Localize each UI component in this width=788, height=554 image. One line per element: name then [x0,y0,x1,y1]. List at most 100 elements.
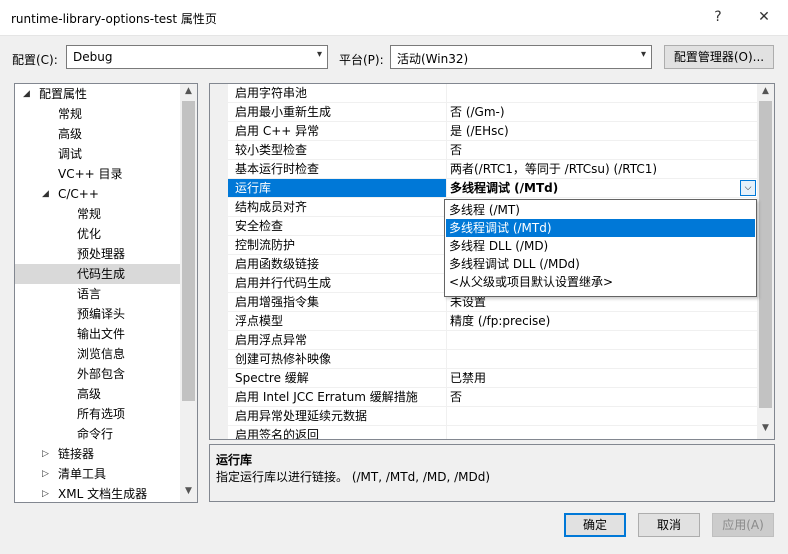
tree-item[interactable]: 所有选项 [15,404,182,424]
property-value[interactable]: 精度 (/fp:precise) [447,312,758,331]
property-row[interactable]: 启用 C++ 异常是 (/EHsc) [228,122,758,141]
property-row[interactable]: 启用 Intel JCC Erratum 缓解措施否 [228,388,758,407]
property-value[interactable] [447,426,758,439]
tree-item[interactable]: 高级 [15,384,182,404]
tree-item[interactable]: 常规 [15,204,182,224]
property-row[interactable]: 运行库 多线程调试 (/MTd) ⌵ [228,179,758,198]
property-name: 启用字符串池 [228,84,447,103]
expand-icon[interactable]: ▷ [42,444,49,464]
expand-icon[interactable]: ▷ [42,484,49,502]
property-value[interactable]: 否 (/Gm-) [447,103,758,122]
platform-combo[interactable]: 活动(Win32) ▾ [390,45,652,69]
tree-item[interactable]: 优化 [15,224,182,244]
property-value[interactable] [447,350,758,369]
tree-item[interactable]: 命令行 [15,424,182,444]
property-value[interactable] [447,407,758,426]
property-row[interactable]: 启用字符串池 [228,84,758,103]
property-name: 安全检查 [228,217,447,236]
property-value-text: 精度 (/fp:precise) [450,314,551,328]
property-row[interactable]: 启用签名的返回 [228,426,758,439]
tree-item-label: 优化 [77,227,102,241]
scroll-down-icon[interactable]: ▼ [183,486,194,500]
tree-item[interactable]: 外部包含 [15,364,182,384]
grid-scroll-thumb[interactable] [759,101,772,408]
property-row[interactable]: 基本运行时检查 两者(/RTC1，等同于 /RTCsu) (/RTC1) [228,160,758,179]
tree-item[interactable]: 高级 [15,124,182,144]
config-value: Debug [73,50,113,64]
tree-item[interactable]: 调试 [15,144,182,164]
property-row[interactable]: 启用浮点异常 [228,331,758,350]
property-value-text: 否 [450,143,463,157]
dropdown-option[interactable]: 多线程调试 DLL (/MDd) [446,255,755,273]
cancel-button[interactable]: 取消 [638,513,700,537]
tree-item[interactable]: 浏览信息 [15,344,182,364]
scroll-up-icon[interactable]: ▲ [760,86,771,100]
property-row[interactable]: 启用最小重新生成否 (/Gm-) [228,103,758,122]
dropdown-option[interactable]: 多线程调试 (/MTd) [446,219,755,237]
tree-scroll-thumb[interactable] [182,101,195,401]
tree-item-label: 调试 [58,147,83,161]
tree-item[interactable]: 输出文件 [15,324,182,344]
property-row[interactable]: Spectre 缓解 已禁用 [228,369,758,388]
collapse-icon[interactable]: ◢ [23,84,30,104]
tree-item-label: 浏览信息 [77,347,126,361]
property-value-text: 已禁用 [450,371,487,385]
tree-item[interactable]: ▷ XML 文档生成器 [15,484,182,502]
tree-item[interactable]: VC++ 目录 [15,164,182,184]
dropdown-option[interactable]: <从父级或项目默认设置继承> [446,273,755,291]
scroll-down-icon[interactable]: ▼ [760,423,771,437]
property-value[interactable]: 多线程调试 (/MTd) [447,179,758,198]
dropdown-option[interactable]: 多线程 DLL (/MD) [446,237,755,255]
property-row[interactable]: 浮点模型 精度 (/fp:precise) [228,312,758,331]
tree-item-label: 代码生成 [77,267,126,281]
tree-item[interactable]: ◢ 配置属性 [15,84,182,104]
tree-item-label: XML 文档生成器 [58,487,148,501]
tree-item[interactable]: 预处理器 [15,244,182,264]
property-value[interactable]: 否 [447,388,758,407]
property-row[interactable]: 创建可热修补映像 [228,350,758,369]
property-name: 基本运行时检查 [228,160,447,179]
tree-item[interactable]: ◢ C/C++ [15,184,182,204]
expand-icon[interactable]: ▷ [42,464,49,484]
property-name: 浮点模型 [228,312,447,331]
apply-button[interactable]: 应用(A) [712,513,774,537]
title-bar: runtime-library-options-test 属性页 ? ✕ [0,0,788,36]
property-name: 创建可热修补映像 [228,350,447,369]
property-value[interactable]: 已禁用 [447,369,758,388]
dropdown-option[interactable]: 多线程 (/MT) [446,201,755,219]
property-row[interactable]: 启用异常处理延续元数据 [228,407,758,426]
grid-scrollbar[interactable]: ▲ ▼ [757,84,774,439]
tree-scrollbar[interactable]: ▲ ▼ [180,84,197,502]
tree-item[interactable]: 语言 [15,284,182,304]
property-row[interactable]: 较小类型检查否 [228,141,758,160]
property-value[interactable] [447,331,758,350]
category-tree[interactable]: ◢ 配置属性 常规 高级 调试 VC++ 目录 ◢ C/C++ 常规 优化 预处理器 代码生成 语言 预编… [14,83,198,503]
platform-value: 活动(Win32) [397,52,469,66]
property-value[interactable] [447,84,758,103]
runtime-library-dropdown[interactable]: 多线程 (/MT) 多线程调试 (/MTd) 多线程 DLL (/MD) 多线程调试 … [444,199,757,297]
property-value-text: 否 (/Gm-) [450,105,505,119]
grid-gutter [210,84,228,439]
property-name: 启用浮点异常 [228,331,447,350]
chevron-down-icon[interactable]: ⌵ [740,180,756,196]
tree-item[interactable]: ▷ 链接器 [15,444,182,464]
tree-item-label: 外部包含 [77,367,126,381]
ok-button[interactable]: 确定 [564,513,626,537]
collapse-icon[interactable]: ◢ [42,184,49,204]
scroll-up-icon[interactable]: ▲ [183,86,194,100]
property-value[interactable]: 两者(/RTC1，等同于 /RTCsu) (/RTC1) [447,160,758,179]
close-icon[interactable]: ✕ [757,9,771,25]
property-name: 启用并行代码生成 [228,274,447,293]
property-value-text: 多线程调试 (/MTd) [450,181,559,195]
tree-item-label: VC++ 目录 [58,167,123,181]
tree-item[interactable]: 预编译头 [15,304,182,324]
help-icon[interactable]: ? [711,9,725,25]
config-label: 配置(C): [12,53,58,67]
tree-item[interactable]: ▷ 清单工具 [15,464,182,484]
tree-item[interactable]: 代码生成 [15,264,182,284]
property-value[interactable]: 否 [447,141,758,160]
config-manager-button[interactable]: 配置管理器(O)... [664,45,774,69]
tree-item[interactable]: 常规 [15,104,182,124]
property-value[interactable]: 是 (/EHsc) [447,122,758,141]
config-combo[interactable]: Debug ▾ [66,45,328,69]
